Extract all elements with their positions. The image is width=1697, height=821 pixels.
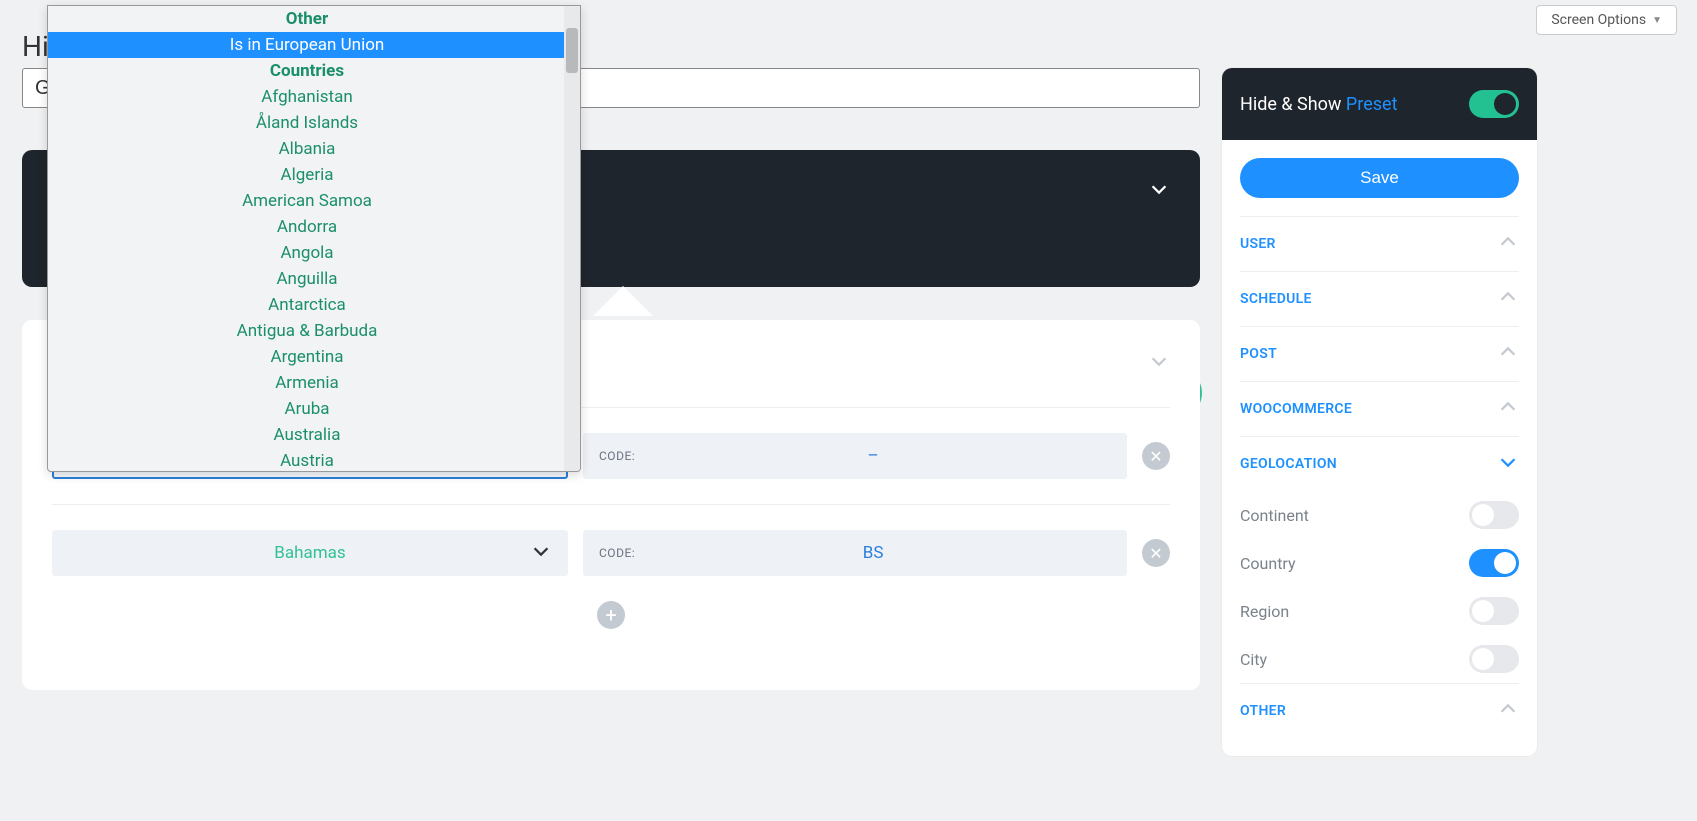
card-collapse-icon[interactable] — [1148, 350, 1170, 372]
sidebar-section-woocommerce[interactable]: WOOCOMMERCE — [1240, 381, 1519, 436]
dropdown-item[interactable]: Anguilla — [48, 266, 566, 292]
scrollbar-track[interactable] — [564, 6, 580, 471]
dropdown-item[interactable]: Antigua & Barbuda — [48, 318, 566, 344]
chevron-up-icon — [1497, 396, 1519, 422]
toggle-country[interactable] — [1469, 549, 1519, 577]
caret-down-icon: ▼ — [1652, 15, 1662, 26]
dropdown-item[interactable]: American Samoa — [48, 188, 566, 214]
panel-collapse-icon[interactable] — [1148, 178, 1170, 204]
sidebar-toggle-row: City — [1240, 635, 1519, 683]
section-label: GEOLOCATION — [1240, 456, 1337, 472]
screen-options-button[interactable]: Screen Options ▼ — [1536, 5, 1677, 35]
dropdown-item[interactable]: Andorra — [48, 214, 566, 240]
country-dropdown[interactable]: OtherIs in European UnionCountriesAfghan… — [47, 5, 581, 472]
save-button[interactable]: Save — [1240, 158, 1519, 198]
delete-row-button[interactable]: ✕ — [1142, 539, 1170, 567]
dropdown-item[interactable]: Angola — [48, 240, 566, 266]
select-value: Bahamas — [274, 543, 345, 563]
dropdown-item[interactable]: Argentina — [48, 344, 566, 370]
code-label: CODE: — [599, 546, 635, 560]
sidebar-section-post[interactable]: POST — [1240, 326, 1519, 381]
chevron-down-icon — [1497, 451, 1519, 477]
table-row: Bahamas CODE: BS ✕ — [52, 530, 1170, 576]
toggle-label: Continent — [1240, 506, 1309, 525]
dropdown-item[interactable]: Afghanistan — [48, 84, 566, 110]
chevron-up-icon — [1497, 341, 1519, 367]
toggle-region[interactable] — [1469, 597, 1519, 625]
country-select[interactable]: Bahamas — [52, 530, 568, 576]
code-label: CODE: — [599, 449, 635, 463]
sidebar-title: Hide & Show — [1240, 94, 1346, 115]
dropdown-item[interactable]: Australia — [48, 422, 566, 448]
dropdown-item[interactable]: Åland Islands — [48, 110, 566, 136]
settings-sidebar: Hide & Show Preset Save USER SCHEDULE POST… — [1222, 68, 1537, 756]
dropdown-item[interactable]: Armenia — [48, 370, 566, 396]
sidebar-section-other[interactable]: OTHER — [1240, 683, 1519, 738]
code-value: – — [635, 446, 1111, 466]
sidebar-section-schedule[interactable]: SCHEDULE — [1240, 271, 1519, 326]
toggle-label: City — [1240, 650, 1267, 669]
sidebar-section-user[interactable]: USER — [1240, 216, 1519, 271]
screen-options-label: Screen Options — [1551, 12, 1646, 28]
dropdown-item[interactable]: Austria — [48, 448, 566, 472]
divider — [52, 504, 1170, 505]
toggle-label: Region — [1240, 602, 1289, 621]
sidebar-toggle-row: Region — [1240, 587, 1519, 635]
dropdown-group-label: Countries — [48, 58, 566, 84]
dropdown-item[interactable]: Antarctica — [48, 292, 566, 318]
section-label: SCHEDULE — [1240, 291, 1312, 307]
code-value: BS — [635, 543, 1111, 563]
page-title: Hi — [22, 30, 49, 63]
dropdown-item[interactable]: Aruba — [48, 396, 566, 422]
section-label: WOOCOMMERCE — [1240, 401, 1352, 417]
chevron-up-icon — [1497, 698, 1519, 724]
add-row-button[interactable]: + — [597, 601, 625, 629]
sidebar-toggle-row: Continent — [1240, 491, 1519, 539]
sidebar-section-geolocation[interactable]: GEOLOCATION — [1240, 436, 1519, 491]
section-label: OTHER — [1240, 703, 1286, 719]
chevron-up-icon — [1497, 286, 1519, 312]
section-label: USER — [1240, 236, 1276, 252]
chevron-down-icon — [530, 540, 552, 567]
dropdown-item[interactable]: Is in European Union — [48, 32, 566, 58]
toggle-label: Country — [1240, 554, 1296, 573]
dropdown-item[interactable]: Algeria — [48, 162, 566, 188]
scrollbar-thumb[interactable] — [566, 28, 578, 73]
sidebar-title-preset: Preset — [1346, 94, 1398, 115]
dropdown-item[interactable]: Albania — [48, 136, 566, 162]
section-label: POST — [1240, 346, 1277, 362]
dropdown-group-label: Other — [48, 6, 566, 32]
sidebar-toggle-row: Country — [1240, 539, 1519, 587]
code-display: CODE: BS — [583, 530, 1127, 576]
toggle-continent[interactable] — [1469, 501, 1519, 529]
master-toggle[interactable] — [1469, 90, 1519, 118]
panel-pointer — [593, 286, 653, 316]
chevron-up-icon — [1497, 231, 1519, 257]
delete-row-button[interactable]: ✕ — [1142, 442, 1170, 470]
sidebar-header: Hide & Show Preset — [1222, 68, 1537, 140]
toggle-city[interactable] — [1469, 645, 1519, 673]
code-display: CODE: – — [583, 433, 1127, 479]
